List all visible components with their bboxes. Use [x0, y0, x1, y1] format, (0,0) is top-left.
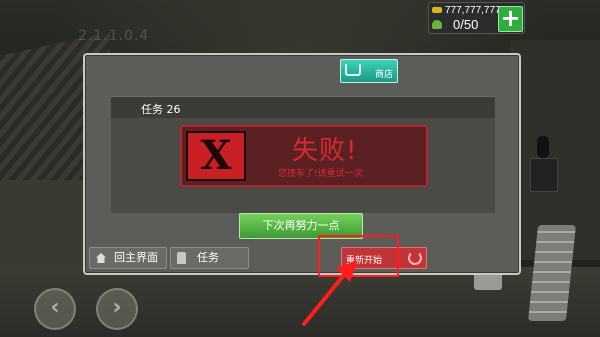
steer-left-button[interactable]: ‹	[34, 288, 76, 330]
background-level-text: 2.1.1.0.4	[78, 28, 150, 44]
result-panel: X 失败! 您撞车了!请重试一次 下次再努力一点	[111, 118, 495, 239]
mission-failed-dialog: 商店 任务 26 X 失败! 您撞车了!请重试一次 下次再努力一点 回主界面 任…	[83, 53, 521, 275]
main-menu-button[interactable]: 回主界面	[89, 247, 167, 269]
steer-right-button[interactable]: ›	[96, 288, 138, 330]
coin-count: 777,777,777	[445, 5, 501, 16]
shop-label: 商店	[374, 70, 393, 80]
gear-knob	[537, 136, 549, 158]
coin-icon	[432, 7, 442, 13]
fail-x-icon: X	[186, 131, 246, 181]
fail-subtitle: 您撞车了!请重试一次	[278, 169, 363, 179]
task-title: 任务 26	[141, 103, 181, 116]
cart-icon	[345, 64, 361, 76]
shop-button[interactable]: 商店	[340, 59, 398, 83]
gear-shift-control[interactable]	[528, 132, 558, 192]
resource-hud: 777,777,777 0/50 +	[428, 2, 525, 34]
fail-banner: X 失败! 您撞车了!请重试一次	[180, 125, 428, 187]
gear-base	[530, 158, 558, 192]
task-header: 任务 26	[111, 96, 495, 119]
fuel-icon	[432, 20, 442, 29]
main-menu-label: 回主界面	[114, 251, 158, 264]
home-icon	[96, 253, 106, 263]
annotation-arrow-icon	[302, 260, 358, 326]
task-button[interactable]: 任务	[170, 247, 249, 269]
refresh-icon	[408, 251, 422, 265]
steer-right-icon: ›	[112, 295, 122, 320]
fuel-count: 0/50	[453, 17, 479, 32]
fail-title: 失败!	[292, 136, 358, 166]
add-resource-button[interactable]: +	[498, 6, 523, 32]
task-label: 任务	[197, 251, 219, 264]
task-icon	[177, 252, 186, 264]
steer-left-icon: ‹	[50, 295, 60, 320]
